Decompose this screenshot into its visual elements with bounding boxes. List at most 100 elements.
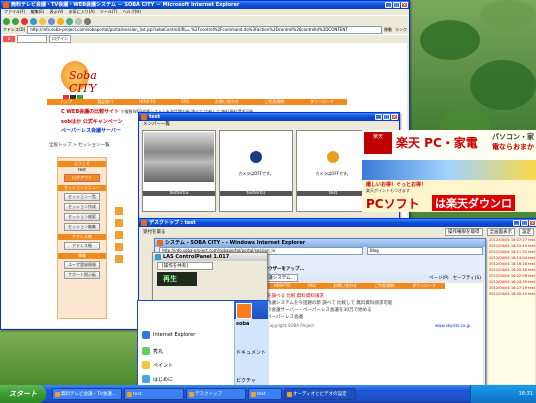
las-icon bbox=[155, 254, 161, 260]
search-icon[interactable] bbox=[48, 17, 55, 25]
video-window-titlebar[interactable]: test _ □ × bbox=[139, 113, 399, 121]
start-item-paint[interactable]: ペイント bbox=[142, 361, 173, 369]
main-window-title: 無料テレビ会議・TV会議・WEB会議システム － SOBA CITY － Mic… bbox=[11, 2, 240, 8]
shared-ie-titlebar[interactable]: システム - SOBA CITY - - Windows Internet Ex… bbox=[155, 239, 485, 247]
links-label[interactable]: リンク bbox=[395, 27, 407, 33]
go-button[interactable]: 移動 bbox=[384, 27, 392, 33]
back-icon[interactable] bbox=[3, 17, 10, 25]
stop-icon[interactable] bbox=[21, 17, 28, 25]
support-board-button[interactable]: サポート掲示板 bbox=[64, 271, 100, 279]
las-titlebar[interactable]: LAS ControlPanel 1.017 bbox=[153, 253, 267, 261]
start-item-getting-started[interactable]: はじめに bbox=[142, 375, 173, 383]
nav-download[interactable]: ダウンロード bbox=[412, 283, 436, 289]
headline-web-compare[interactable]: C WEB会議の比較サイト bbox=[61, 109, 119, 115]
member-list-tab[interactable]: メンバー一覧 bbox=[139, 121, 399, 128]
page-text-3: の会議サーバー - ペーパーレス会議を30万で始める bbox=[267, 308, 372, 313]
start-button[interactable]: スタート bbox=[0, 385, 46, 403]
current-user: test bbox=[78, 167, 86, 172]
start-item-ie-label: Internet Explorer bbox=[153, 332, 196, 338]
task-button-av-settings[interactable]: オーディオとビデオの設定 bbox=[284, 388, 356, 400]
desktop-maximize-button[interactable]: □ bbox=[521, 220, 528, 226]
menu-view[interactable]: 表示(V) bbox=[50, 9, 64, 14]
rakuten-ad-panel[interactable]: 楽天 楽天 PC・家電 パソコン・家 電ならおまか 嬉しいお得！ぐっとお得！ 楽… bbox=[362, 130, 536, 212]
sale-detail: 楽天ポイントもつきます bbox=[366, 188, 410, 193]
nav-top[interactable]: トップ bbox=[60, 99, 72, 105]
print-icon[interactable] bbox=[84, 17, 91, 25]
desktop-close-button[interactable]: × bbox=[529, 220, 536, 226]
minimize-button[interactable]: _ bbox=[385, 2, 392, 8]
shared-ie-title: システム - SOBA CITY - - Windows Internet Ex… bbox=[165, 240, 306, 246]
refresh-icon[interactable] bbox=[30, 17, 37, 25]
nav-terms[interactable]: ご利用規約 bbox=[264, 99, 284, 105]
clock[interactable]: 16:31 bbox=[519, 391, 533, 397]
page-text-1[interactable]: を調べる 比較 無料資料請求 bbox=[267, 293, 324, 299]
favorites-icon[interactable] bbox=[57, 17, 64, 25]
nav-faq[interactable]: FAQ bbox=[181, 99, 189, 105]
start-item-hidemaru[interactable]: 秀丸 bbox=[142, 347, 163, 355]
logout-button[interactable]: ログアウト bbox=[64, 174, 100, 182]
nav-download[interactable]: ダウンロード bbox=[310, 99, 334, 105]
close-button[interactable]: × bbox=[401, 2, 408, 8]
session-search-button[interactable]: セッション検索 bbox=[64, 213, 100, 221]
nav-contact[interactable]: お問い合わせ bbox=[333, 283, 357, 289]
settings-button[interactable]: 設定 bbox=[519, 228, 534, 236]
desktop-window-titlebar[interactable]: デスクトップ : test _ □ × bbox=[139, 219, 536, 227]
maximize-button[interactable]: □ bbox=[393, 2, 400, 8]
start-user-soba[interactable]: soba bbox=[236, 321, 249, 327]
menu-file[interactable]: ファイル(F) bbox=[4, 9, 25, 14]
nav-terms[interactable]: ご利用規約 bbox=[375, 283, 395, 289]
avatar-icon bbox=[250, 151, 262, 163]
video-tile-tester03[interactable]: tester03 bbox=[142, 130, 216, 212]
home-icon[interactable] bbox=[39, 17, 46, 25]
nav-faq[interactable]: FAQ bbox=[308, 283, 316, 289]
las-play-button[interactable]: 再生 bbox=[157, 272, 197, 286]
video-close-button[interactable]: × bbox=[391, 114, 398, 120]
task-button-test[interactable]: test bbox=[124, 388, 184, 400]
history-icon[interactable] bbox=[66, 17, 73, 25]
video-tile-test[interactable]: カメラはOFFです。 test bbox=[296, 130, 370, 212]
take-control-button[interactable]: 操作権限を取得 bbox=[445, 228, 483, 236]
desktop-tab[interactable]: 受付を取る bbox=[143, 229, 166, 235]
soba-navbar: トップ 製品紹介 HOW-TO FAQ お問い合わせ ご利用規約 ダウンロード bbox=[47, 99, 347, 105]
address-book-button[interactable]: アドレス帳 bbox=[64, 242, 100, 250]
desktop-minimize-button[interactable]: _ bbox=[513, 220, 520, 226]
fullscreen-button[interactable]: 全画面表示 bbox=[486, 228, 515, 236]
main-window-titlebar[interactable]: 無料テレビ会議・TV会議・WEB会議システム － SOBA CITY － Mic… bbox=[1, 1, 409, 9]
shared-ie-search-input[interactable]: Blog bbox=[367, 247, 483, 255]
session-list-button[interactable]: セッション一覧 bbox=[64, 193, 100, 201]
menu-edit[interactable]: 編集(E) bbox=[31, 9, 45, 14]
video-minimize-button[interactable]: _ bbox=[375, 114, 382, 120]
session-edit-button[interactable]: セッション編集 bbox=[64, 223, 100, 231]
nav-howto[interactable]: HOW-TO bbox=[274, 283, 291, 289]
page-menu[interactable]: ページ(P) bbox=[429, 275, 449, 281]
start-item-ie[interactable]: Internet Explorer bbox=[142, 331, 195, 339]
video-maximize-button[interactable]: □ bbox=[383, 114, 390, 120]
task-button-test2[interactable]: test bbox=[248, 388, 282, 400]
login-button[interactable]: ログイン bbox=[49, 35, 71, 43]
nav-products[interactable]: 製品紹介 bbox=[97, 99, 113, 105]
nav-contact[interactable]: お問い合わせ bbox=[215, 99, 239, 105]
page-footer-link[interactable]: www.skysite.co.jp bbox=[435, 323, 470, 328]
user-info-button[interactable]: ユーザ登録情報 bbox=[64, 261, 100, 269]
session-create-button[interactable]: セッション作成 bbox=[64, 203, 100, 211]
menu-favorites[interactable]: お気に入り(A) bbox=[69, 9, 95, 14]
forward-icon[interactable] bbox=[12, 17, 19, 25]
menu-tools[interactable]: ツール(T) bbox=[100, 9, 118, 14]
toolbar-search-input[interactable] bbox=[17, 35, 47, 43]
task-label: オーディオとビデオの設定 bbox=[293, 392, 347, 397]
nav-howto[interactable]: HOW-TO bbox=[139, 99, 156, 105]
video-tile-tester01[interactable]: カメラはOFFです。 tester01 bbox=[219, 130, 293, 212]
start-item-documents[interactable]: ドキュメント bbox=[236, 349, 266, 356]
task-button-desktop[interactable]: デスクトップ bbox=[186, 388, 246, 400]
address-input[interactable]: http://info.soba-project.com/sobaportal/… bbox=[27, 26, 382, 34]
task-button-soba[interactable]: 無料テレビ会議・TV会議... bbox=[52, 388, 122, 400]
start-menu: Internet Explorer 秀丸 ペイント はじめに soba ドキュメ… bbox=[137, 300, 269, 387]
start-item-pictures[interactable]: ピクチャ bbox=[236, 377, 256, 384]
menu-help[interactable]: ヘルプ(H) bbox=[123, 9, 141, 14]
headline-campaign[interactable]: sobはか 公式キャンペーン bbox=[61, 118, 122, 125]
las-action-dropdown[interactable]: [操作を共有] bbox=[157, 262, 213, 270]
aol-logo: a bbox=[3, 36, 15, 42]
safety-menu[interactable]: セーフティ(S) bbox=[453, 275, 481, 281]
headline-paperless[interactable]: ペーパーレス会議サーバー bbox=[61, 127, 121, 134]
mail-icon[interactable] bbox=[75, 17, 82, 25]
